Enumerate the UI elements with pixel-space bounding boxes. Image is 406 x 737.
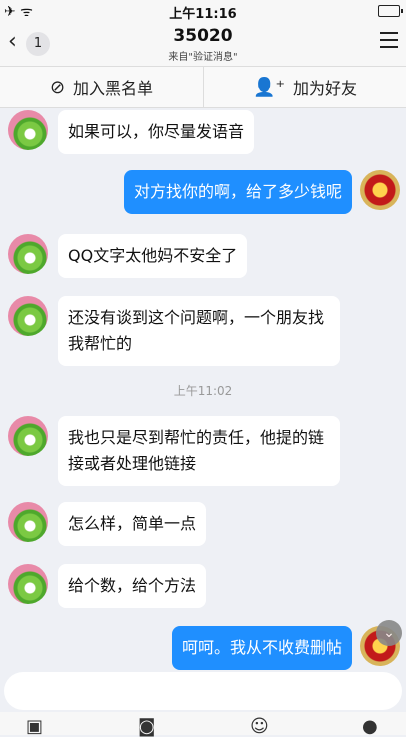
scroll-down-icon[interactable]: ⌄ <box>376 620 402 646</box>
avatar[interactable] <box>8 110 48 150</box>
hamburger-icon[interactable] <box>380 32 398 53</box>
block-label: 加入黑名单 <box>73 79 154 98</box>
avatar[interactable] <box>8 234 48 274</box>
battery-icon <box>378 5 403 17</box>
more-icon[interactable]: ● <box>362 716 378 737</box>
message-bubble[interactable]: 对方找你的啊，给了多少钱呢 <box>123 170 352 214</box>
block-icon: ⊘ <box>49 76 66 98</box>
stranger-action-bar: ⊘ 加入黑名单 👤⁺ 加为好友 <box>0 66 406 108</box>
avatar[interactable] <box>8 564 48 604</box>
avatar[interactable] <box>8 296 48 336</box>
add-friend-label: 加为好友 <box>292 79 357 98</box>
block-button[interactable]: ⊘ 加入黑名单 <box>0 67 204 107</box>
message-bubble[interactable]: 怎么样，简单一点 <box>58 502 207 546</box>
chat-title: 35020 <box>173 26 233 46</box>
message-list[interactable]: 如果可以，你尽量发语音 对方找你的啊，给了多少钱呢 QQ文字太他妈不安全了 还没… <box>0 106 406 670</box>
avatar[interactable] <box>360 170 400 210</box>
message-bubble[interactable]: 给个数，给个方法 <box>58 564 207 608</box>
message-input[interactable] <box>4 672 402 710</box>
camera-icon[interactable]: ◙ <box>138 716 155 737</box>
avatar[interactable] <box>8 502 48 542</box>
chat-subtitle: 来自"验证消息" <box>168 52 238 63</box>
message-bubble[interactable]: QQ文字太他妈不安全了 <box>58 234 248 278</box>
avatar[interactable] <box>8 416 48 456</box>
add-friend-button[interactable]: 👤⁺ 加为好友 <box>204 67 406 107</box>
status-bar: ✈ ᯤ 上午11:16 <box>0 0 406 22</box>
message-timestamp: 上午11:02 <box>173 384 233 398</box>
status-time: 上午11:16 <box>169 7 237 22</box>
message-bubble[interactable]: 呵呵。我从不收费删帖 <box>171 626 352 670</box>
emoji-icon[interactable]: ☺ <box>250 716 269 737</box>
message-bubble[interactable]: 如果可以，你尽量发语音 <box>58 110 255 154</box>
message-bubble[interactable]: 我也只是尽到帮忙的责任，他提的链接或者处理他链接 <box>58 416 340 486</box>
add-user-icon: 👤⁺ <box>253 76 285 98</box>
chat-header: ‹ 1 35020 来自"验证消息" <box>0 22 406 66</box>
image-icon[interactable]: ▣ <box>26 716 43 737</box>
input-toolbar: ▣ ◙ ☺ ● <box>0 712 406 737</box>
message-bubble[interactable]: 还没有谈到这个问题啊，一个朋友找我帮忙的 <box>58 296 340 366</box>
